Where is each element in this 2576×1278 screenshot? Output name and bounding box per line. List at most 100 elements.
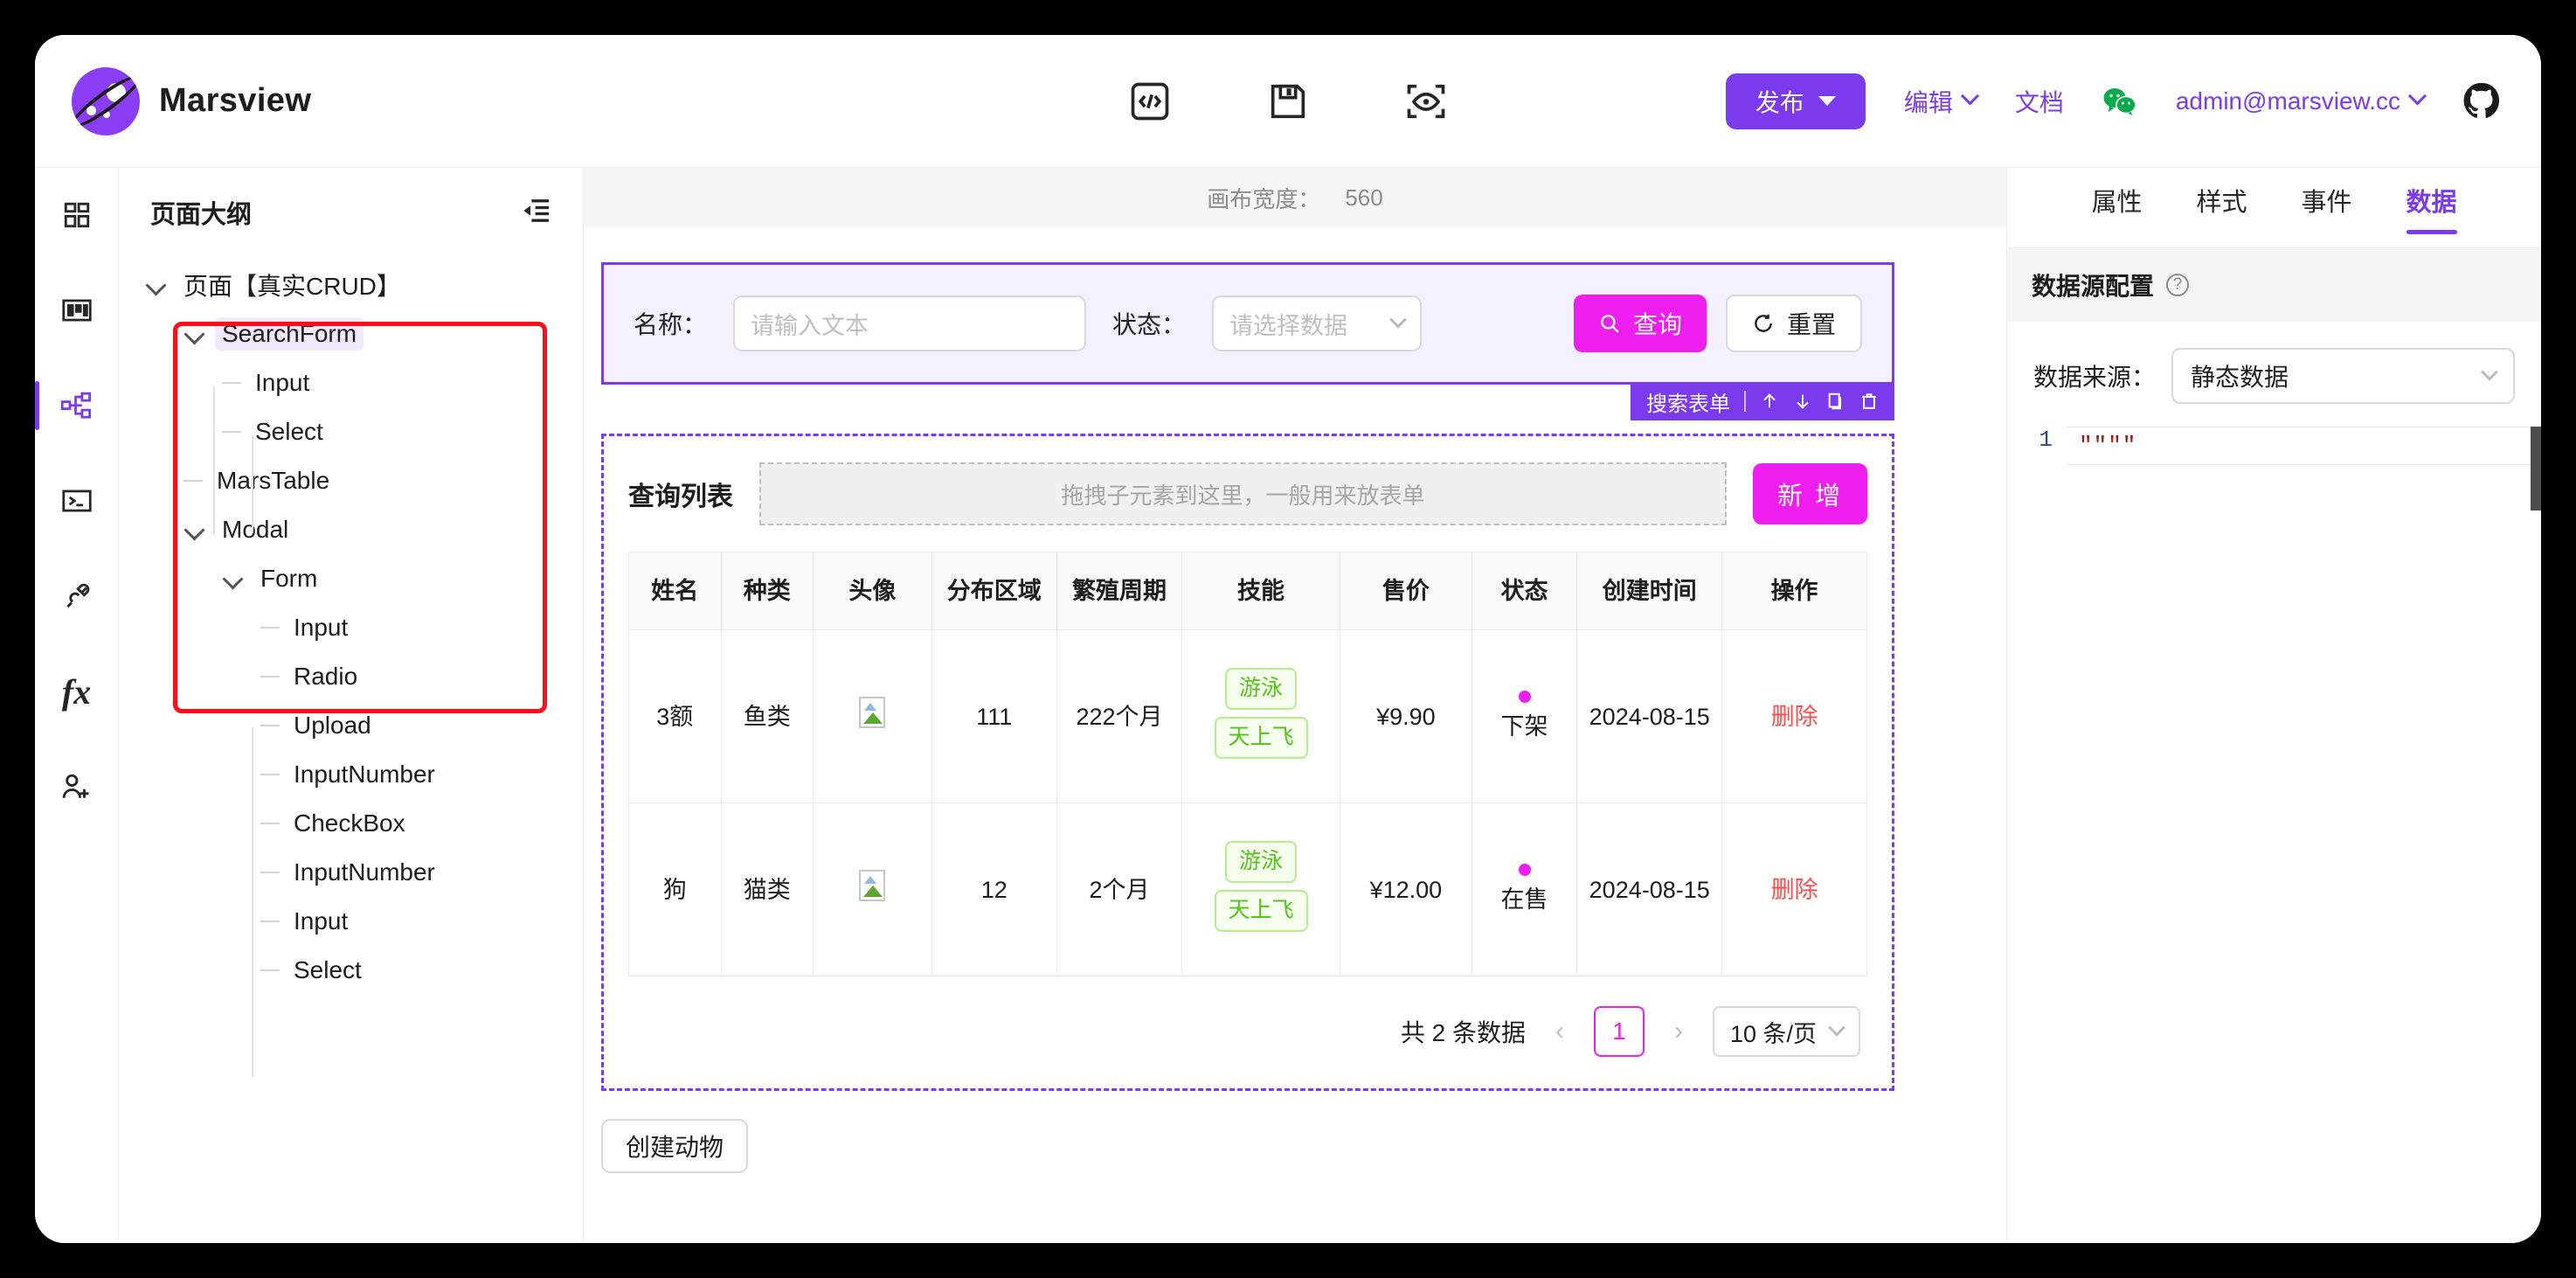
status-select[interactable]: 请选择数据 <box>1212 295 1423 351</box>
cell-name: 狗 <box>628 802 722 977</box>
cell-operation: 删除 <box>1721 802 1867 977</box>
copy-icon[interactable] <box>1826 392 1845 411</box>
component-toolbar[interactable]: 搜索表单 <box>1631 382 1894 420</box>
tree-node-checkbox[interactable]: CheckBox <box>119 799 583 848</box>
tree-node-inputnumber[interactable]: InputNumber <box>119 848 583 897</box>
pagination-page-1[interactable]: 1 <box>1593 1006 1645 1058</box>
chevron-down-icon[interactable] <box>222 567 245 590</box>
tree-node-radio[interactable]: Radio <box>119 652 583 701</box>
code-active-line[interactable]: """" <box>2067 427 2541 465</box>
sidebar-item-outline[interactable] <box>35 379 103 432</box>
docs-link[interactable]: 文档 <box>2015 84 2064 119</box>
name-input-placeholder: 请输入文本 <box>751 312 869 339</box>
tree-node-input[interactable]: Input <box>119 603 583 652</box>
name-input[interactable]: 请输入文本 <box>733 295 1087 351</box>
data-source-field: 数据来源： 静态数据 <box>2007 322 2541 404</box>
help-icon[interactable]: ? <box>2166 274 2190 296</box>
chevron-down-icon[interactable] <box>184 323 206 345</box>
tree-node-searchform[interactable]: SearchForm <box>119 309 583 358</box>
tree-node-label: Radio <box>294 663 358 690</box>
tree-node-input[interactable]: Input <box>119 897 583 946</box>
table-body: 3额 鱼类 111 222个月 游泳 天上飞 ¥9.90 下架 2024-08-15 删除狗猫类 1… <box>628 629 1867 977</box>
trash-icon[interactable] <box>1859 392 1879 411</box>
property-panel: 属性 样式 事件 数据 数据源配置 ? 数据来源： 静态数据 1 """" <box>2006 168 2541 1243</box>
status-badge: 下架 <box>1479 691 1570 742</box>
sidebar-item-layout[interactable] <box>51 284 103 337</box>
tree-connector-line <box>252 727 253 1077</box>
tree-node-页面真实crud[interactable]: 页面【真实CRUD】 <box>119 260 583 309</box>
tree-node-form[interactable]: Form <box>119 554 583 603</box>
delete-link[interactable]: 删除 <box>1771 704 1818 730</box>
page-outline-tree[interactable]: 页面【真实CRUD】 SearchForm Input Select MarsTable… <box>119 231 583 995</box>
table-column-header: 状态 <box>1471 551 1578 631</box>
pagination-next[interactable]: › <box>1667 1017 1690 1046</box>
tab-0[interactable]: 属性 <box>2091 182 2142 234</box>
code-editor-scrollbar[interactable] <box>2531 427 2541 511</box>
docs-label: 文档 <box>2014 88 2064 116</box>
pagination-prev[interactable]: ‹ <box>1548 1017 1571 1046</box>
sidebar-item-components[interactable] <box>51 189 103 241</box>
code-icon[interactable] <box>1127 79 1173 124</box>
query-button[interactable]: 查询 <box>1573 295 1707 352</box>
fx-icon: fx <box>61 671 92 712</box>
account-menu[interactable]: admin@marsview.cc <box>2176 87 2427 115</box>
tree-node-modal[interactable]: Modal <box>119 505 583 554</box>
tree-node-marstable[interactable]: MarsTable <box>119 456 583 505</box>
status-dot-icon <box>1518 864 1531 877</box>
sidebar-item-members[interactable] <box>51 761 103 813</box>
tree-node-label: InputNumber <box>294 858 435 886</box>
cell-kind: 鱼类 <box>720 629 814 804</box>
add-button[interactable]: 新 增 <box>1752 463 1867 524</box>
tree-node-upload[interactable]: Upload <box>119 701 583 750</box>
table-column-header: 头像 <box>813 551 932 631</box>
canvas-area[interactable]: 名称： 请输入文本 状态： 请选择数据 查询 重置 搜索表单 查询列表 拖拽子元… <box>584 227 2006 1243</box>
query-label: 查询 <box>1632 311 1682 338</box>
edit-menu[interactable]: 编辑 <box>1903 84 1979 119</box>
table-row[interactable]: 3额 鱼类 111 222个月 游泳 天上飞 ¥9.90 下架 2024-08-15 删除 <box>628 629 1867 804</box>
arrow-down-icon[interactable] <box>1793 392 1812 411</box>
mars-table-component[interactable]: 查询列表 拖拽子元素到这里，一般用来放表单 新 增 姓名 种类 头像 分布区域 … <box>601 434 1894 1092</box>
cell-created: 2024-08-15 <box>1576 629 1723 804</box>
brand[interactable]: Marsview <box>35 66 311 135</box>
tree-node-select[interactable]: Select <box>119 946 583 995</box>
canvas-page: 名称： 请输入文本 状态： 请选择数据 查询 重置 搜索表单 查询列表 拖拽子元… <box>601 262 1894 1174</box>
tree-node-inputnumber[interactable]: InputNumber <box>119 750 583 799</box>
sidebar-item-terminal[interactable] <box>51 475 103 527</box>
table-column-header: 售价 <box>1339 551 1472 631</box>
wechat-icon[interactable] <box>2102 87 2137 116</box>
tab-1[interactable]: 样式 <box>2196 182 2247 234</box>
chevron-down-icon[interactable] <box>145 274 168 296</box>
save-icon[interactable] <box>1265 79 1311 124</box>
cell-cycle: 222个月 <box>1056 629 1183 804</box>
chevron-down-icon[interactable] <box>184 518 206 541</box>
arrow-up-icon[interactable] <box>1760 392 1779 411</box>
tab-3[interactable]: 数据 <box>2406 182 2457 234</box>
preview-icon[interactable] <box>1403 79 1449 124</box>
tab-2[interactable]: 事件 <box>2302 182 2352 234</box>
sidebar-item-plugin[interactable] <box>51 570 103 622</box>
delete-link[interactable]: 删除 <box>1771 877 1818 903</box>
cell-cycle: 2个月 <box>1056 802 1183 977</box>
reset-button[interactable]: 重置 <box>1725 295 1862 352</box>
table-row[interactable]: 狗猫类 12 2个月 游泳 天上飞 ¥12.00 在售 2024-08-15 删除 <box>628 802 1867 977</box>
cell-area: 111 <box>931 629 1057 804</box>
static-data-code-editor[interactable]: 1 """" <box>2007 427 2541 511</box>
skill-tag: 游泳 <box>1225 841 1298 883</box>
create-animal-button[interactable]: 创建动物 <box>601 1119 749 1174</box>
tree-node-input[interactable]: Input <box>119 358 583 407</box>
edit-label: 编辑 <box>1903 88 1953 116</box>
tree-branch-tick <box>260 750 287 799</box>
cell-skills: 游泳 天上飞 <box>1181 802 1340 977</box>
indent-decrease-icon[interactable] <box>522 198 551 227</box>
search-form-component[interactable]: 名称： 请输入文本 状态： 请选择数据 查询 重置 搜索表单 <box>601 262 1894 420</box>
data-table: 姓名 种类 头像 分布区域 繁殖周期 技能 售价 状态 创建时间 操作 3额 鱼类 111 222个月游… <box>628 551 1867 977</box>
publish-button[interactable]: 发布 <box>1725 73 1866 129</box>
tree-branch-tick <box>260 701 287 750</box>
pagination-page-size[interactable]: 10 条/页 <box>1712 1006 1860 1058</box>
table-drop-slot[interactable]: 拖拽子元素到这里，一般用来放表单 <box>759 462 1727 525</box>
tree-node-select[interactable]: Select <box>119 407 583 456</box>
sidebar-item-function[interactable]: fx <box>51 665 103 718</box>
github-icon[interactable] <box>2462 82 2501 121</box>
pagination: 共 2 条数据 ‹ 1 › 10 条/页 <box>628 976 1867 1066</box>
data-source-select[interactable]: 静态数据 <box>2171 348 2515 404</box>
